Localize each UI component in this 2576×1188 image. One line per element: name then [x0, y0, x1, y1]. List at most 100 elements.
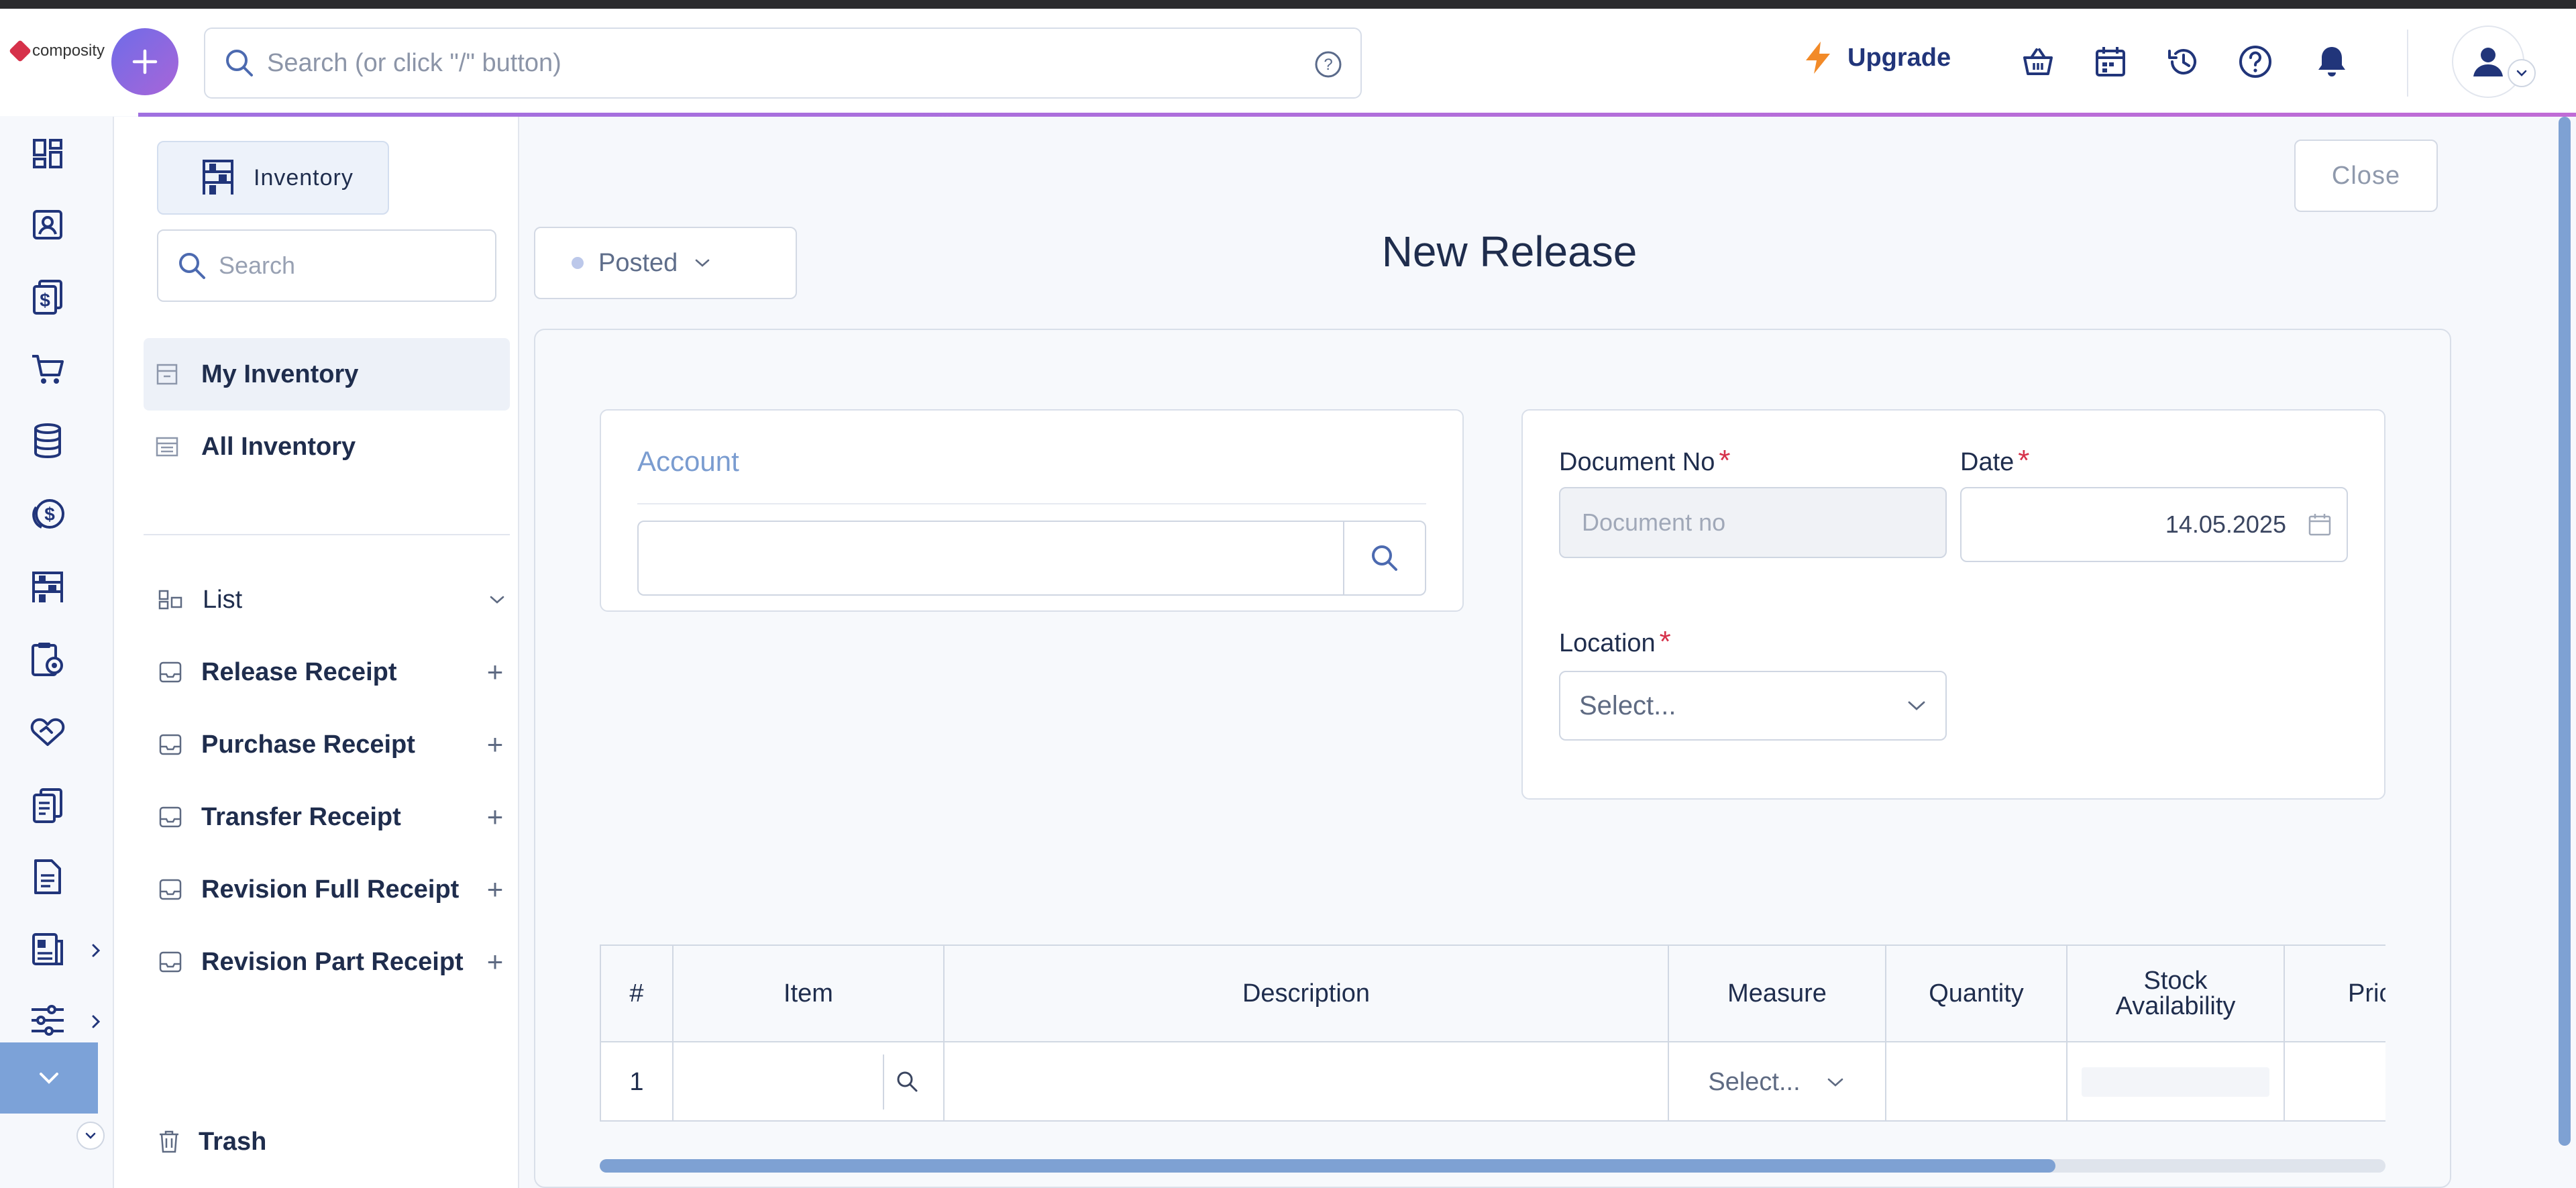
- module-label: Inventory: [254, 164, 354, 191]
- stock-availability-cell: [2068, 1042, 2285, 1120]
- required-marker: *: [2018, 444, 2030, 477]
- list-icon: [158, 590, 182, 610]
- inventory-icon[interactable]: [25, 565, 70, 609]
- user-menu-chevron-icon[interactable]: [2508, 59, 2536, 87]
- handshake-icon[interactable]: [25, 710, 70, 754]
- quantity-cell[interactable]: [1886, 1042, 2068, 1120]
- header-separator: [2407, 30, 2408, 97]
- logo-text: composity: [32, 42, 105, 60]
- required-marker: *: [1719, 444, 1731, 477]
- date-value: 14.05.2025: [2165, 510, 2286, 538]
- upgrade-label: Upgrade: [1847, 43, 1951, 72]
- chevron-down-icon: [1908, 701, 1925, 710]
- search-icon: [226, 50, 253, 76]
- row-number-cell: 1: [601, 1042, 674, 1120]
- settings-expand-chevron-icon[interactable]: [86, 1012, 106, 1032]
- create-new-button[interactable]: [111, 28, 178, 95]
- rail-more-button[interactable]: [0, 1042, 98, 1114]
- add-transfer-receipt-icon[interactable]: +: [483, 801, 507, 833]
- document-no-field: Document no: [1559, 487, 1947, 558]
- date-field[interactable]: 14.05.2025: [1960, 487, 2348, 562]
- inbox-icon: [159, 806, 182, 828]
- item-cell[interactable]: [674, 1042, 945, 1120]
- invoices-icon[interactable]: $: [25, 275, 70, 319]
- inventory-icon: [203, 160, 233, 195]
- dashboard-icon[interactable]: [25, 131, 70, 176]
- table-scrollbar-thumb[interactable]: [600, 1159, 2055, 1173]
- item-search-icon[interactable]: [895, 1069, 919, 1093]
- column-header-description: Description: [945, 946, 1669, 1042]
- app-logo[interactable]: composity: [9, 40, 105, 62]
- inbox-icon: [159, 879, 182, 900]
- column-header-measure: Measure: [1669, 946, 1886, 1042]
- add-purchase-receipt-icon[interactable]: +: [483, 728, 507, 761]
- sidebar-item-trash[interactable]: Trash: [158, 1115, 507, 1169]
- sidebar-item-revision-part-receipt[interactable]: Revision Part Receipt +: [158, 935, 507, 989]
- sidebar-item-transfer-receipt[interactable]: Transfer Receipt +: [158, 790, 507, 844]
- history-icon[interactable]: [2163, 42, 2203, 82]
- search-icon: [1372, 545, 1397, 571]
- location-select[interactable]: Select...: [1559, 671, 1947, 741]
- global-search-placeholder: Search (or click "/" button): [267, 48, 561, 77]
- sidebar-list-label: List: [203, 585, 243, 614]
- price-cell[interactable]: [2285, 1042, 2385, 1120]
- reports-expand-chevron-icon[interactable]: [86, 940, 106, 961]
- location-label: Location *: [1559, 625, 1671, 659]
- sidebar-search-input[interactable]: Search: [157, 229, 496, 302]
- help-icon[interactable]: [2235, 42, 2275, 82]
- status-dropdown[interactable]: Posted: [534, 227, 797, 299]
- sidebar-item-purchase-receipt[interactable]: Purchase Receipt +: [158, 718, 507, 771]
- sidebar-item-label: All Inventory: [201, 432, 356, 461]
- documents-icon[interactable]: [25, 784, 70, 828]
- settings-sliders-icon[interactable]: [25, 998, 70, 1042]
- stock-availability-value: [2082, 1067, 2269, 1097]
- contacts-icon[interactable]: [25, 203, 70, 247]
- date-label: Date *: [1960, 444, 2029, 478]
- cart-icon[interactable]: [25, 347, 70, 392]
- upgrade-button[interactable]: Upgrade: [1803, 40, 1951, 75]
- money-icon[interactable]: $: [25, 492, 70, 537]
- account-input[interactable]: [637, 521, 1426, 596]
- column-header-number: #: [601, 946, 674, 1042]
- chevron-down-icon: [1827, 1078, 1843, 1087]
- page-title: New Release: [1381, 227, 1638, 276]
- clipboard-settings-icon[interactable]: [25, 637, 70, 682]
- archive-icon: [156, 364, 178, 385]
- sidebar-item-release-receipt[interactable]: Release Receipt +: [158, 645, 507, 699]
- add-revision-full-receipt-icon[interactable]: +: [483, 873, 507, 906]
- sidebar-list-toggle[interactable]: List: [158, 573, 507, 627]
- module-switch-button[interactable]: Inventory: [157, 141, 389, 215]
- list-table-icon: [156, 437, 178, 457]
- database-icon[interactable]: [25, 419, 70, 463]
- basket-icon[interactable]: [2018, 42, 2058, 82]
- sidebar-item-all-inventory[interactable]: All Inventory: [144, 411, 510, 483]
- status-label: Posted: [598, 248, 678, 277]
- account-divider: [637, 503, 1426, 504]
- location-label-text: Location: [1559, 629, 1656, 657]
- document-icon[interactable]: [25, 855, 70, 899]
- account-search-button[interactable]: [1343, 522, 1425, 594]
- search-help-icon[interactable]: ?: [1313, 50, 1343, 79]
- global-search-input[interactable]: Search (or click "/" button) ?: [204, 28, 1362, 99]
- items-table: # Item Description Measure Quantity Stoc…: [600, 944, 2385, 1122]
- measure-select[interactable]: Select...: [1669, 1042, 1886, 1120]
- column-header-quantity: Quantity: [1886, 946, 2068, 1042]
- reports-icon[interactable]: [25, 927, 70, 971]
- sidebar-search-placeholder: Search: [219, 252, 296, 279]
- add-revision-part-receipt-icon[interactable]: +: [483, 946, 507, 978]
- page-vertical-scrollbar[interactable]: [2559, 117, 2571, 1146]
- close-button[interactable]: Close: [2294, 140, 2438, 212]
- calendar-icon[interactable]: [2090, 42, 2131, 82]
- search-icon: [179, 253, 205, 279]
- sidebar-item-label: Release Receipt: [201, 657, 397, 686]
- document-no-placeholder: Document no: [1582, 508, 1726, 536]
- add-release-receipt-icon[interactable]: +: [483, 656, 507, 688]
- sidebar-item-revision-full-receipt[interactable]: Revision Full Receipt +: [158, 863, 507, 916]
- bell-icon[interactable]: [2312, 42, 2352, 82]
- rail-collapse-toggle-icon[interactable]: [76, 1122, 105, 1150]
- sidebar-item-my-inventory[interactable]: My Inventory: [144, 338, 510, 411]
- svg-text:$: $: [40, 290, 50, 311]
- user-icon: [2473, 48, 2503, 76]
- inbox-icon: [159, 951, 182, 973]
- description-cell[interactable]: [945, 1042, 1669, 1120]
